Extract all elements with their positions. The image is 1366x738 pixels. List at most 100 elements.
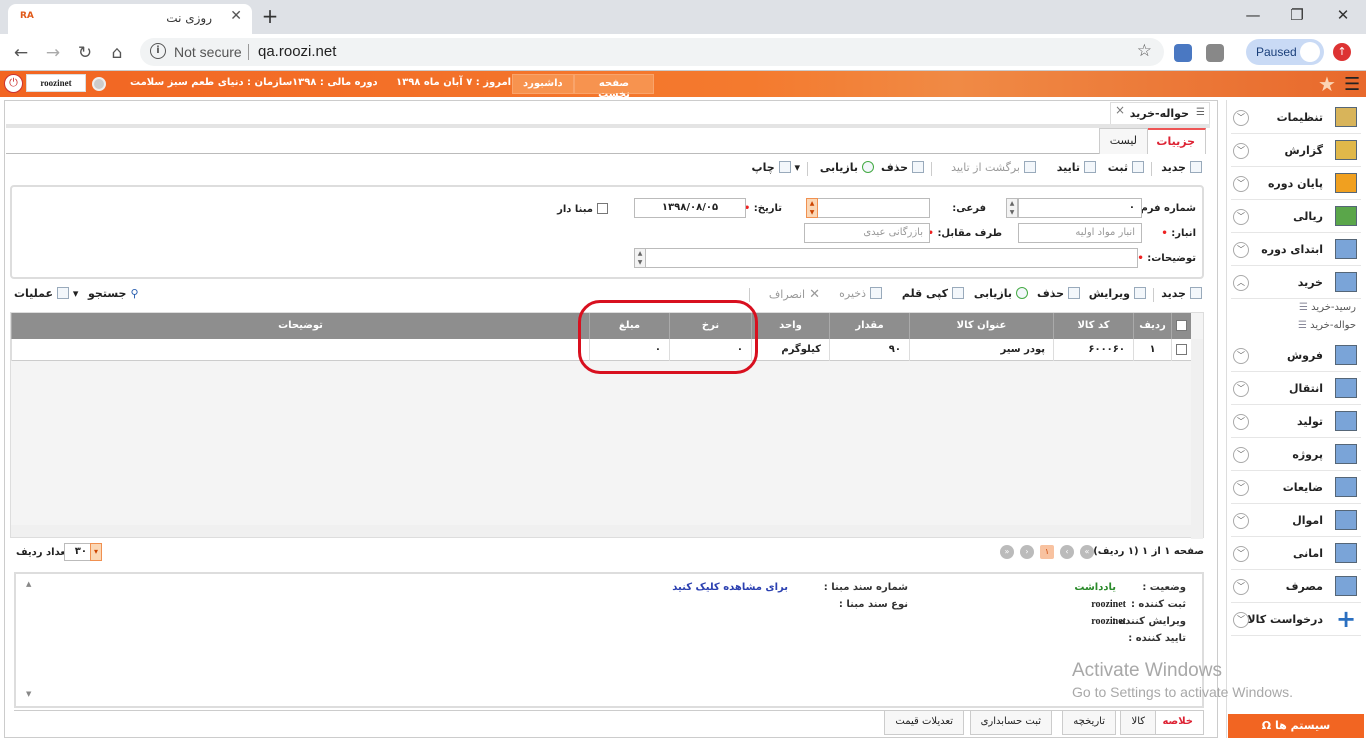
extension-icon[interactable]	[1174, 44, 1192, 62]
page-tab[interactable]: ☰ حواله-خرید ×	[1110, 102, 1210, 124]
new-button[interactable]: جدید	[1161, 161, 1202, 174]
horizontal-scrollbar[interactable]	[11, 525, 1191, 537]
chevron-down-icon[interactable]: ﹀	[1233, 381, 1249, 397]
has-base-checkbox[interactable]	[597, 203, 608, 214]
delete-button[interactable]: حذف	[881, 161, 924, 174]
grid-new-button[interactable]: جدید	[1161, 287, 1202, 300]
restore-icon[interactable]: ❐	[1282, 4, 1312, 28]
sidebar-subitem[interactable]: حواله-خرید ☰	[1298, 320, 1356, 331]
close-tab-icon[interactable]: ✕	[230, 8, 242, 24]
unapprove-button[interactable]: برگشت از تایید	[951, 161, 1036, 174]
rows-count-dropdown[interactable]: ▾	[90, 543, 102, 561]
chevron-down-icon[interactable]: ﹀	[1233, 480, 1249, 496]
favorites-star-icon[interactable]: ★	[1318, 72, 1336, 96]
grid-save-button[interactable]: ذخیره	[839, 287, 882, 300]
omnibox[interactable]: i Not secure qa.roozi.net ☆	[140, 38, 1164, 66]
home-page-button[interactable]: صفحه نخست	[574, 74, 654, 100]
chevron-down-icon[interactable]: ﹀	[1233, 414, 1249, 430]
date-field[interactable]: ۱۳۹۸/۰۸/۰۵	[634, 198, 746, 218]
sidebar-item[interactable]: انتقال ﹀	[1231, 373, 1361, 405]
tab-accounting[interactable]: ثبت حسابداری	[969, 711, 1052, 735]
summary-scrollbar[interactable]: ▲ ▼	[26, 580, 38, 698]
forward-icon[interactable]: →	[40, 40, 66, 66]
sidebar-item[interactable]: تولید ﹀	[1231, 406, 1361, 438]
refresh-button[interactable]: بازیابی	[820, 161, 874, 174]
chevron-down-icon[interactable]: ﹀	[1233, 612, 1249, 628]
cancel-button[interactable]: ✕انصراف	[769, 287, 820, 302]
grid-search-button[interactable]: ⚲جستجو	[88, 287, 139, 300]
settings-gear-icon[interactable]	[92, 77, 106, 91]
chevron-down-icon[interactable]: ﹀	[1233, 447, 1249, 463]
operations-button[interactable]: ▾ عملیات	[14, 287, 78, 300]
chevron-up-icon[interactable]: ︿	[1233, 275, 1249, 291]
chevron-down-icon[interactable]: ﹀	[1233, 209, 1249, 225]
rows-count-field[interactable]: ۳۰	[64, 543, 92, 561]
browser-tab[interactable]: RA روزی نت ✕	[8, 4, 252, 34]
chevron-down-icon[interactable]: ﹀	[1233, 176, 1249, 192]
prev-page-icon[interactable]: ›	[1020, 545, 1034, 559]
profile-paused-button[interactable]: Paused	[1246, 39, 1324, 65]
user-name[interactable]: roozinet	[26, 74, 86, 92]
close-page-tab-icon[interactable]: ×	[1115, 103, 1125, 117]
chevron-down-icon[interactable]: ﹀	[1233, 513, 1249, 529]
extension-icon[interactable]	[1206, 44, 1224, 62]
close-window-icon[interactable]: ✕	[1328, 4, 1358, 28]
sidebar-item[interactable]: ضایعات ﹀	[1231, 472, 1361, 504]
chevron-down-icon[interactable]: ﹀	[1233, 579, 1249, 595]
first-page-icon[interactable]: »	[1000, 545, 1014, 559]
chevron-down-icon[interactable]: ﹀	[1233, 348, 1249, 364]
new-tab-button[interactable]: +	[258, 5, 282, 29]
dashboard-button[interactable]: داشبورد	[512, 74, 574, 94]
tab-summary[interactable]: خلاصه	[1151, 711, 1204, 735]
sub-stepper[interactable]: ▲ ▼	[806, 198, 818, 218]
counterparty-field[interactable]: بازرگانی عیدی	[804, 223, 930, 243]
save-button[interactable]: ثبت	[1108, 161, 1144, 174]
chevron-down-icon[interactable]: ﹀	[1233, 546, 1249, 562]
warehouse-field[interactable]: انبار مواد اولیه	[1018, 223, 1142, 243]
sub-field[interactable]	[806, 198, 930, 218]
url-text[interactable]: qa.roozi.net	[258, 43, 336, 60]
row-checkbox[interactable]	[1176, 344, 1187, 355]
tab-list[interactable]: لیست	[1098, 128, 1148, 154]
tab-details[interactable]: جزییات	[1145, 128, 1206, 154]
power-icon[interactable]: ⏻	[4, 74, 23, 93]
sidebar-item[interactable]: پروژه ﹀	[1231, 439, 1361, 471]
sidebar-item[interactable]: اموال ﹀	[1231, 505, 1361, 537]
col-unit[interactable]: واحد	[751, 313, 829, 339]
view-base-doc-link[interactable]: برای مشاهده کلیک کنید	[672, 582, 788, 593]
sidebar-item[interactable]: فروش ﹀	[1231, 340, 1361, 372]
form-number-field[interactable]: ۰	[1018, 198, 1142, 218]
grid-refresh-button[interactable]: بازیابی	[974, 287, 1028, 300]
systems-button[interactable]: سیستم ها Ω	[1228, 714, 1364, 738]
col-row[interactable]: ردیف	[1133, 313, 1171, 339]
col-title[interactable]: عنوان کالا	[909, 313, 1053, 339]
table-row[interactable]: ۱ ۶۰۰۰۶۰ پودر سیر ۹۰ کیلوگرم ۰ ۰	[11, 339, 1191, 361]
update-icon[interactable]: ↑	[1333, 43, 1351, 61]
sidebar-subitem[interactable]: رسید-خرید ☰	[1299, 302, 1356, 313]
select-all-checkbox[interactable]	[1176, 320, 1187, 331]
grid-delete-button[interactable]: حذف	[1037, 287, 1080, 300]
sidebar-item[interactable]: گزارش ﹀	[1231, 135, 1361, 167]
tab-price-adjustments[interactable]: تعدیلات قیمت	[884, 711, 964, 735]
minimize-icon[interactable]: —	[1238, 4, 1268, 28]
current-page[interactable]: ۱	[1040, 545, 1054, 559]
copy-row-button[interactable]: کپی قلم	[902, 287, 964, 300]
sidebar-item[interactable]: ریالی ﹀	[1231, 201, 1361, 233]
sidebar-item[interactable]: تنظیمات ﹀	[1231, 102, 1361, 134]
form-number-stepper[interactable]: ▲ ▼	[1006, 198, 1018, 218]
chevron-down-icon[interactable]: ﹀	[1233, 242, 1249, 258]
sidebar-item[interactable]: خرید ︿	[1231, 267, 1361, 299]
col-code[interactable]: کد کالا	[1053, 313, 1133, 339]
last-page-icon[interactable]: «	[1080, 545, 1094, 559]
tab-items[interactable]: کالا	[1120, 711, 1156, 735]
sidebar-item[interactable]: + درخواست کالا ﹀	[1231, 604, 1361, 636]
reload-icon[interactable]: ↻	[72, 40, 98, 66]
home-icon[interactable]: ⌂	[104, 40, 130, 66]
col-qty[interactable]: مقدار	[829, 313, 909, 339]
bookmark-star-icon[interactable]: ☆	[1137, 41, 1152, 61]
grid-edit-button[interactable]: ویرایش	[1089, 287, 1146, 300]
sidebar-item[interactable]: امانی ﹀	[1231, 538, 1361, 570]
print-button[interactable]: ▾ چاپ	[752, 161, 800, 174]
description-field[interactable]	[634, 248, 1138, 268]
next-page-icon[interactable]: ‹	[1060, 545, 1074, 559]
